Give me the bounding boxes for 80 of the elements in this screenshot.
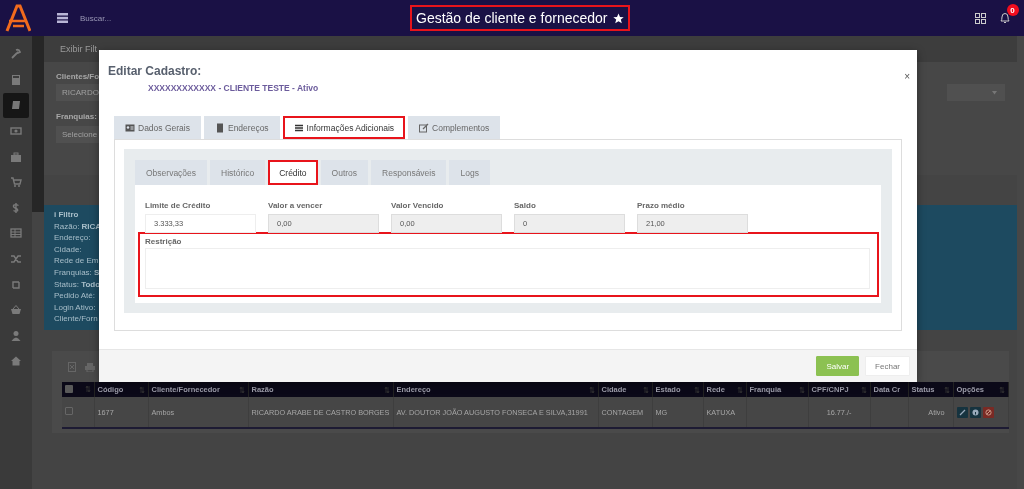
modal-title: Editar Cadastro:: [108, 64, 202, 78]
field-label: Prazo médio: [637, 201, 685, 210]
page-title: Gestão de cliente e fornecedor: [410, 5, 631, 31]
tab[interactable]: Dados Gerais: [114, 116, 201, 139]
subtab[interactable]: Responsáveis: [371, 160, 447, 185]
subtab[interactable]: Logs: [449, 160, 490, 185]
sidebar-item[interactable]: [3, 93, 29, 118]
menu-icon[interactable]: [57, 13, 68, 23]
money-icon: [10, 125, 22, 138]
field-label: Limite de Crédito: [145, 201, 211, 210]
home-icon: [10, 355, 22, 368]
star-icon[interactable]: [613, 12, 625, 24]
basket-icon: [10, 304, 22, 317]
wrench-icon: [10, 48, 22, 61]
summary-line: Franquias: S: [54, 266, 100, 279]
sort-icon: [860, 385, 867, 394]
subtab[interactable]: Outros: [320, 160, 369, 185]
sort-icon: [383, 385, 390, 394]
pencil-icon: [958, 408, 966, 416]
sort-icon: [138, 385, 145, 394]
sort-icon: [943, 385, 950, 394]
field-label: Clientes/Fo: [56, 72, 100, 81]
sort-icon: [736, 385, 743, 394]
block-icon: [984, 408, 992, 416]
field-label: Saldo: [514, 201, 536, 210]
calculator-icon: [10, 73, 22, 86]
tab[interactable]: Complementos: [408, 116, 501, 139]
subtab[interactable]: Observações: [135, 160, 208, 185]
sort-icon: [998, 385, 1005, 394]
building-icon: [214, 122, 225, 133]
row-checkbox[interactable]: [65, 407, 73, 415]
sort-icon: [798, 385, 805, 394]
summary-line: Endereço:: [54, 232, 91, 244]
user-icon: [10, 329, 22, 342]
summary-line: Pedido Até:: [54, 290, 95, 302]
summary-line: Cliente/Forn: [54, 313, 98, 325]
table-icon: [10, 227, 22, 240]
field-label: Valor a vencer: [268, 201, 323, 210]
subtab[interactable]: Histórico: [210, 160, 266, 185]
summary-line: Login Ativo:: [54, 301, 96, 314]
subtab[interactable]: Crédito: [268, 160, 318, 185]
table-header-cell[interactable]: [62, 382, 94, 397]
close-button[interactable]: Fechar: [865, 356, 910, 376]
shuffle-icon: [10, 253, 22, 266]
cart-icon: [10, 176, 22, 189]
summary-line: Cidade:: [54, 243, 82, 256]
notification-badge: 0: [1006, 4, 1019, 16]
edit-button[interactable]: [956, 406, 968, 418]
checkbox-icon[interactable]: [65, 384, 73, 393]
search-field[interactable]: Buscar...: [78, 12, 172, 24]
id-card-icon: [125, 122, 135, 133]
sort-icon: [238, 385, 245, 394]
field-label: Franquias:: [56, 112, 97, 121]
info-button[interactable]: [969, 406, 981, 418]
info-icon: [971, 408, 979, 416]
summary-line: Rede de Em: [54, 255, 99, 267]
filter-toggle[interactable]: Exibir Filt: [60, 44, 97, 54]
sort-icon: [588, 385, 595, 394]
summary-title: i Filtro: [54, 209, 79, 221]
summary-line: Status: Todo: [54, 278, 101, 291]
block-button[interactable]: [982, 406, 994, 418]
caret-icon: [991, 90, 997, 95]
close-button[interactable]: ×: [904, 72, 910, 82]
field-label: Restrição: [145, 237, 182, 246]
print-icon[interactable]: [85, 362, 95, 372]
sort-icon: [642, 385, 649, 394]
sort-icon: [693, 385, 700, 394]
tab[interactable]: Informações Adicionais: [282, 116, 406, 139]
field-label: Valor Vencido: [391, 201, 444, 210]
grid-icon[interactable]: [974, 12, 986, 24]
list-icon: [293, 122, 304, 133]
spreadsheet-icon[interactable]: [68, 362, 76, 372]
tab[interactable]: Endereços: [203, 116, 280, 139]
logo-icon: [4, 3, 31, 33]
edit-icon: [419, 122, 430, 133]
bell-icon[interactable]: [998, 12, 1011, 24]
briefcase-icon: [10, 150, 22, 163]
modal-subtitle: XXXXXXXXXXXX - CLIENTE TESTE - Ativo: [148, 83, 319, 93]
sort-icon: [84, 384, 91, 393]
book-icon: [10, 99, 22, 112]
